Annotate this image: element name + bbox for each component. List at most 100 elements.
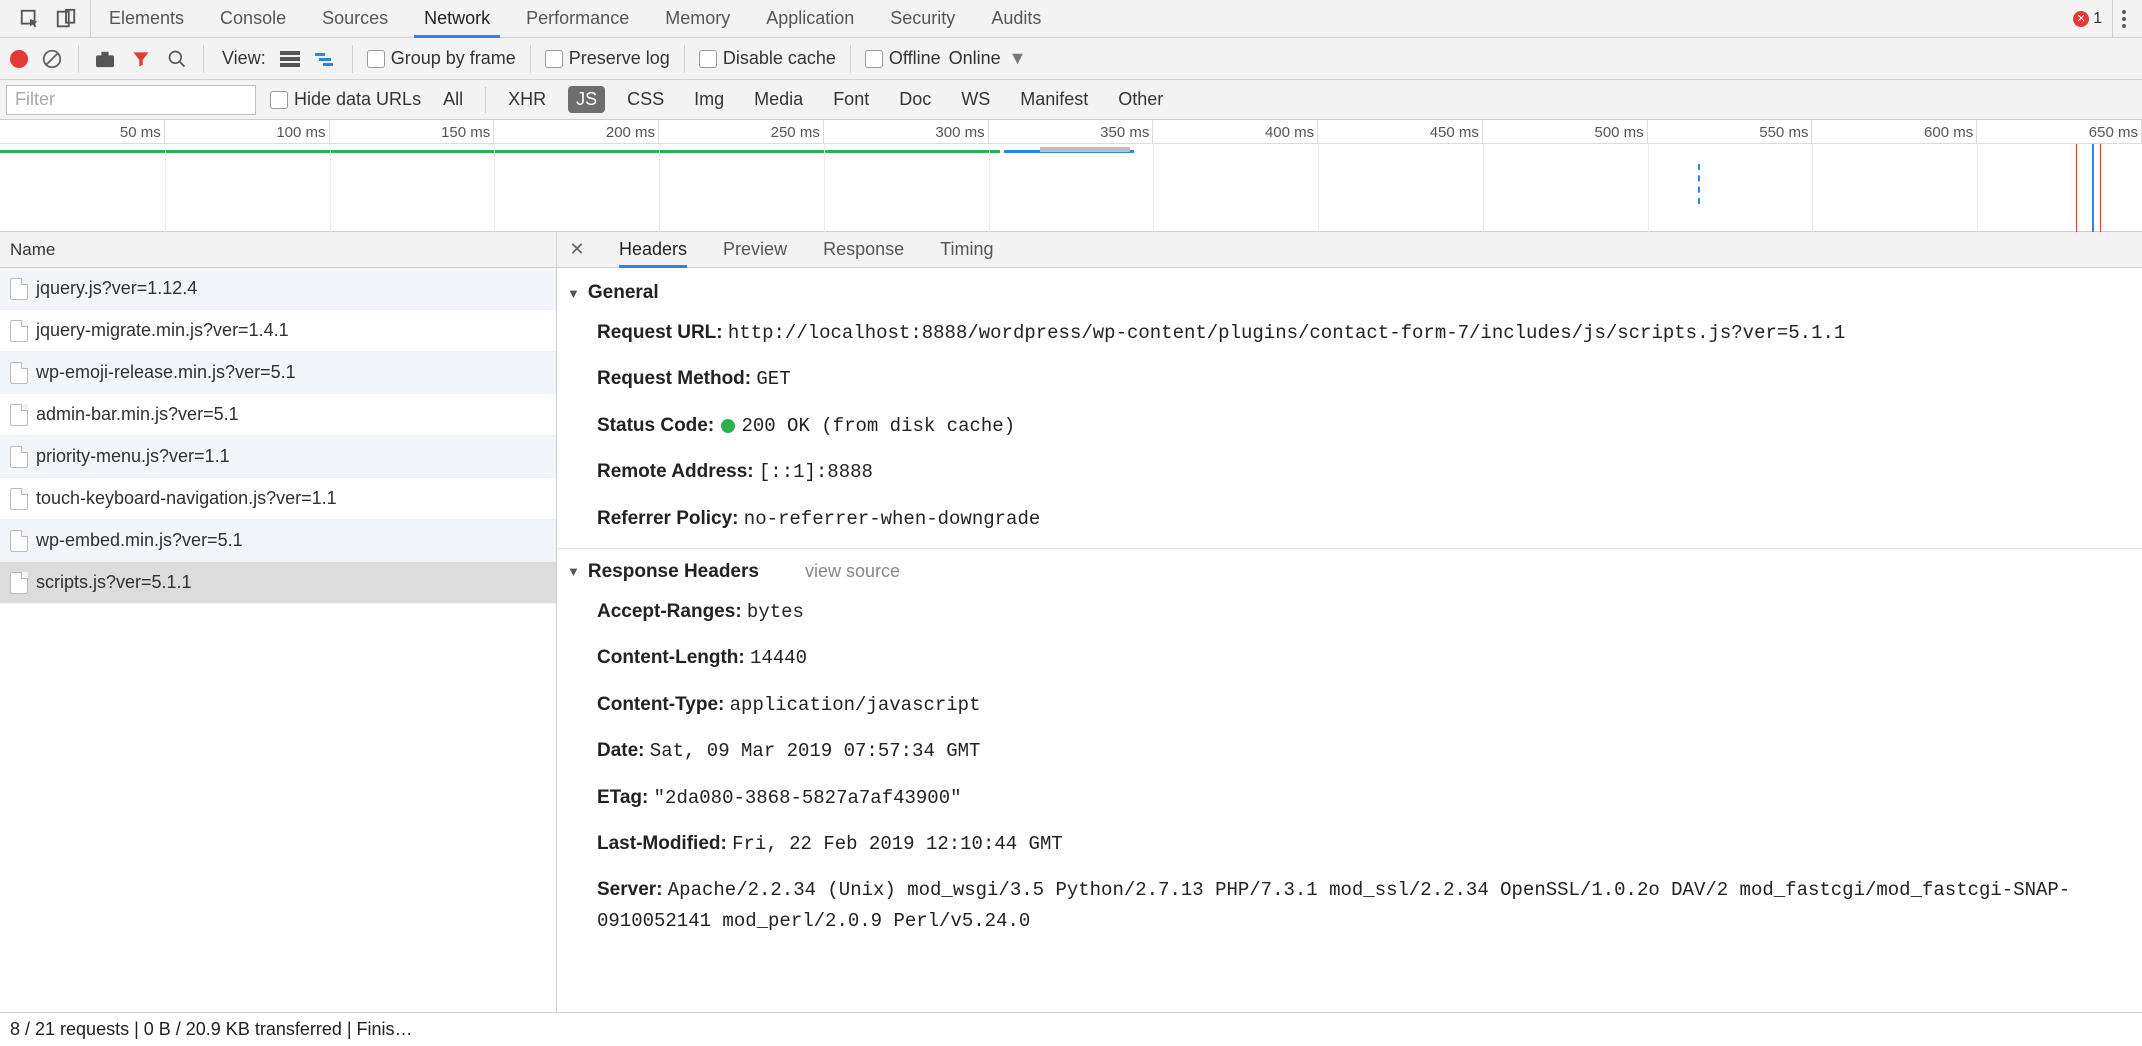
- separator: [850, 45, 851, 73]
- type-filter-doc[interactable]: Doc: [891, 86, 939, 113]
- tab-network[interactable]: Network: [406, 0, 508, 37]
- separator: [352, 45, 353, 73]
- header-key: Server:: [597, 879, 668, 900]
- header-row: Last-Modified: Fri, 22 Feb 2019 12:10:44…: [557, 821, 2142, 867]
- type-filter-img[interactable]: Img: [686, 86, 732, 113]
- file-icon: [10, 362, 28, 384]
- close-icon[interactable]: ✕: [565, 239, 589, 260]
- request-row[interactable]: scripts.js?ver=5.1.1: [0, 562, 556, 604]
- general-section-header[interactable]: ▼ General: [557, 276, 2142, 310]
- clear-button[interactable]: [40, 47, 64, 71]
- header-value: Apache/2.2.34 (Unix) mod_wsgi/3.5 Python…: [597, 879, 2070, 931]
- type-filter-media[interactable]: Media: [746, 86, 811, 113]
- header-row: Request Method: GET: [557, 356, 2142, 402]
- detail-tab-headers[interactable]: Headers: [619, 232, 687, 267]
- tab-sources[interactable]: Sources: [304, 0, 406, 37]
- group-by-frame-checkbox[interactable]: Group by frame: [367, 48, 516, 69]
- load-event-line: [2076, 144, 2077, 232]
- record-button[interactable]: [10, 50, 28, 68]
- request-row[interactable]: touch-keyboard-navigation.js?ver=1.1: [0, 478, 556, 520]
- request-row[interactable]: priority-menu.js?ver=1.1: [0, 436, 556, 478]
- throttling-select[interactable]: Online: [949, 48, 1001, 69]
- header-value: no-referrer-when-downgrade: [744, 508, 1040, 530]
- file-icon: [10, 530, 28, 552]
- timeline-overview[interactable]: 50 ms100 ms150 ms200 ms250 ms300 ms350 m…: [0, 120, 2142, 232]
- detail-tab-timing[interactable]: Timing: [940, 232, 993, 267]
- separator: [485, 87, 486, 113]
- offline-checkbox[interactable]: Offline: [865, 48, 941, 69]
- devtools-main-tabs: ElementsConsoleSourcesNetworkPerformance…: [0, 0, 2142, 38]
- header-value: "2da080-3868-5827a7af43900": [654, 787, 962, 809]
- filter-icon[interactable]: [129, 47, 153, 71]
- large-rows-icon[interactable]: [278, 47, 302, 71]
- tab-console[interactable]: Console: [202, 0, 304, 37]
- dom-content-line: [2092, 144, 2094, 232]
- type-filter-all[interactable]: All: [435, 86, 471, 113]
- timeline-tick: 200 ms: [494, 120, 659, 144]
- timeline-tick: 550 ms: [1648, 120, 1813, 144]
- detail-pane: ✕ Headers Preview Response Timing ▼ General…: [557, 232, 2142, 1012]
- more-menu-icon[interactable]: [2112, 0, 2134, 37]
- capture-screenshots-icon[interactable]: [93, 47, 117, 71]
- request-row[interactable]: admin-bar.min.js?ver=5.1: [0, 394, 556, 436]
- timeline-gridline: [989, 144, 990, 232]
- filter-input[interactable]: [6, 85, 256, 115]
- request-name: jquery-migrate.min.js?ver=1.4.1: [36, 320, 289, 341]
- header-value: 14440: [750, 647, 807, 669]
- header-row: Content-Length: 14440: [557, 635, 2142, 681]
- header-row: Remote Address: [::1]:8888: [557, 449, 2142, 495]
- tab-performance[interactable]: Performance: [508, 0, 647, 37]
- hide-data-urls-checkbox[interactable]: Hide data URLs: [270, 89, 421, 110]
- type-filter-font[interactable]: Font: [825, 86, 877, 113]
- type-filter-other[interactable]: Other: [1110, 86, 1171, 113]
- tab-elements[interactable]: Elements: [91, 0, 202, 37]
- waterfall-view-icon[interactable]: [314, 47, 338, 71]
- preserve-log-checkbox[interactable]: Preserve log: [545, 48, 670, 69]
- header-row: Status Code: 200 OK (from disk cache): [557, 403, 2142, 449]
- search-icon[interactable]: [165, 47, 189, 71]
- request-name: wp-emoji-release.min.js?ver=5.1: [36, 362, 296, 383]
- response-headers-section-header[interactable]: ▼ Response Headers view source: [557, 555, 2142, 589]
- request-row[interactable]: wp-emoji-release.min.js?ver=5.1: [0, 352, 556, 394]
- header-value: 200 OK (from disk cache): [741, 415, 1015, 437]
- request-row[interactable]: jquery.js?ver=1.12.4: [0, 268, 556, 310]
- status-text: 8 / 21 requests | 0 B / 20.9 KB transfer…: [10, 1019, 413, 1040]
- timeline-gridline: [824, 144, 825, 232]
- type-filter-ws[interactable]: WS: [953, 86, 998, 113]
- error-count-badge[interactable]: ✕ 1: [2073, 10, 2102, 28]
- tab-application[interactable]: Application: [748, 0, 872, 37]
- disable-cache-checkbox[interactable]: Disable cache: [699, 48, 836, 69]
- type-filter-xhr[interactable]: XHR: [500, 86, 554, 113]
- header-value: GET: [756, 368, 790, 390]
- timeline-tick: 450 ms: [1318, 120, 1483, 144]
- request-row[interactable]: jquery-migrate.min.js?ver=1.4.1: [0, 310, 556, 352]
- header-key: Referrer Policy:: [597, 508, 744, 529]
- header-key: Remote Address:: [597, 461, 759, 482]
- detail-tab-preview[interactable]: Preview: [723, 232, 787, 267]
- request-row[interactable]: wp-embed.min.js?ver=5.1: [0, 520, 556, 562]
- request-name: jquery.js?ver=1.12.4: [36, 278, 197, 299]
- type-filter-manifest[interactable]: Manifest: [1012, 86, 1096, 113]
- timeline-body: [0, 144, 2142, 232]
- detail-tab-response[interactable]: Response: [823, 232, 904, 267]
- tab-audits[interactable]: Audits: [973, 0, 1059, 37]
- header-value: Sat, 09 Mar 2019 07:57:34 GMT: [650, 740, 981, 762]
- inspect-element-icon[interactable]: [18, 7, 42, 31]
- error-icon: ✕: [2073, 11, 2089, 27]
- header-value: application/javascript: [730, 694, 981, 716]
- tab-memory[interactable]: Memory: [647, 0, 748, 37]
- tab-security[interactable]: Security: [872, 0, 973, 37]
- view-source-link[interactable]: view source: [805, 561, 900, 582]
- device-toggle-icon[interactable]: [54, 7, 78, 31]
- header-value: http://localhost:8888/wordpress/wp-conte…: [728, 322, 1845, 344]
- type-filter-js[interactable]: JS: [568, 86, 605, 113]
- name-column-header[interactable]: Name: [0, 232, 556, 268]
- file-icon: [10, 278, 28, 300]
- header-row: Accept-Ranges: bytes: [557, 589, 2142, 635]
- timeline-tick: 250 ms: [659, 120, 824, 144]
- timeline-gridline: [330, 144, 331, 232]
- chevron-down-icon[interactable]: ▼: [1009, 48, 1027, 69]
- timeline-gridline: [1648, 144, 1649, 232]
- type-filter-css[interactable]: CSS: [619, 86, 672, 113]
- timeline-gridline: [494, 144, 495, 232]
